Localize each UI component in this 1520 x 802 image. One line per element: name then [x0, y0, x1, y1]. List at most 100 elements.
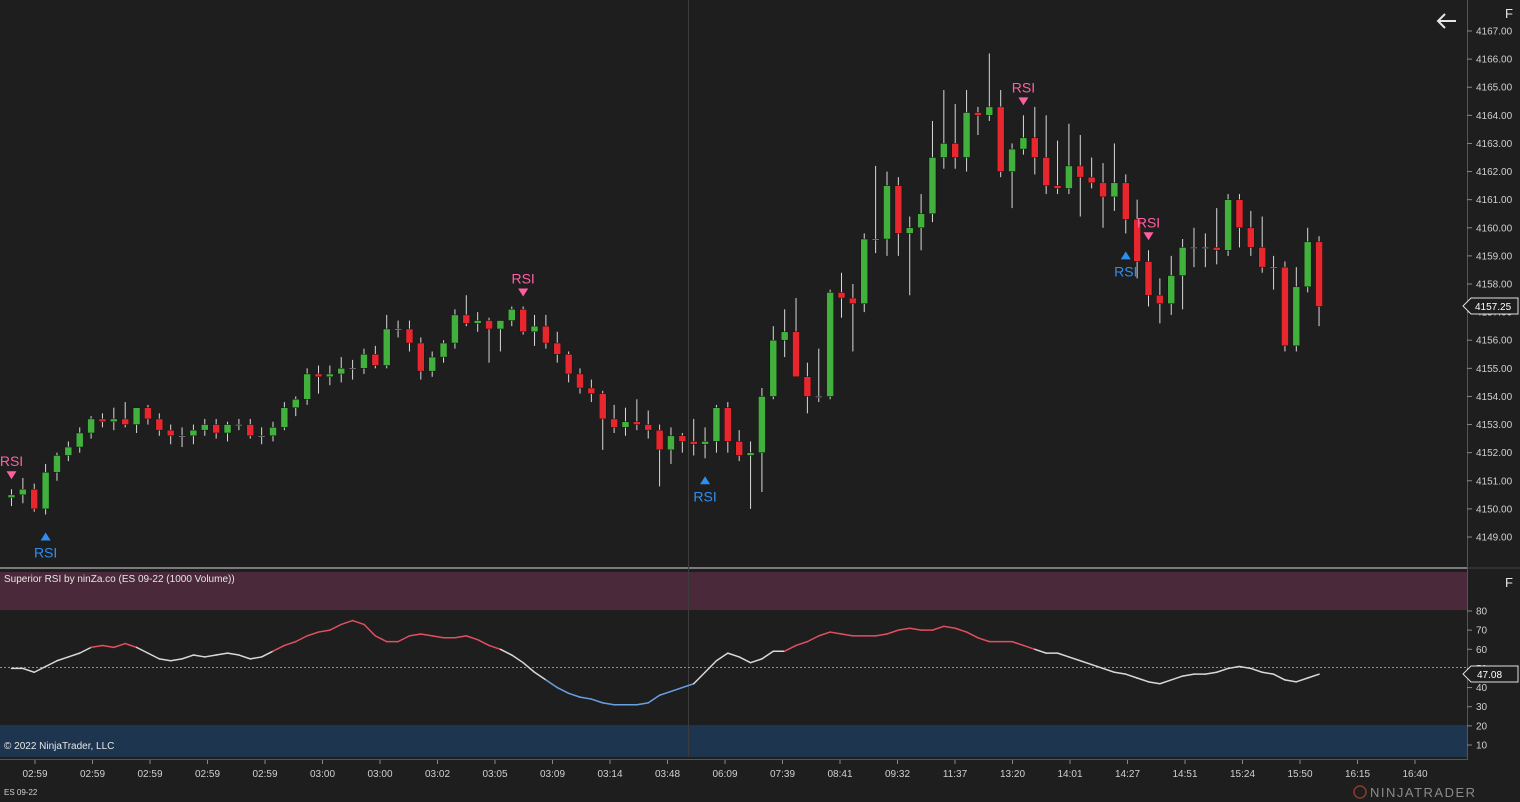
time-tick-label: 02:59	[22, 769, 47, 780]
candle-body	[1315, 241, 1323, 307]
candle-body	[974, 112, 982, 116]
candle-body	[871, 238, 880, 241]
time-tick-label: 03:48	[655, 769, 680, 780]
time-tick-label: 14:27	[1115, 769, 1140, 780]
rsi-panel-menu-button[interactable]: F	[1505, 575, 1513, 590]
candle-body	[1053, 185, 1062, 189]
candle-body	[894, 185, 903, 234]
candle-body	[7, 494, 16, 498]
candle-body	[803, 376, 812, 397]
candle-body	[519, 309, 527, 333]
sell-signal-label: RSI	[1137, 214, 1160, 230]
price-tick-label: 4167.00	[1476, 27, 1513, 38]
time-tick-label: 07:39	[770, 769, 795, 780]
price-tick-label: 4149.00	[1476, 533, 1513, 544]
candle-body	[1303, 241, 1312, 288]
candle-body	[110, 418, 118, 422]
time-tick-label: 11:37	[943, 769, 968, 780]
price-tick-label: 4153.00	[1476, 420, 1513, 431]
time-tick-label: 13:20	[1000, 769, 1025, 780]
candle-body	[201, 424, 209, 431]
candle-body	[1087, 176, 1096, 184]
candle-body	[439, 342, 448, 358]
price-tick-label: 4156.00	[1476, 336, 1513, 347]
logo-text: NINJATRADER	[1370, 785, 1477, 800]
candle-body	[849, 297, 857, 304]
time-tick-label: 15:24	[1230, 769, 1255, 780]
price-tick-label: 4150.00	[1476, 504, 1513, 515]
candle-body	[746, 452, 755, 456]
candle-body	[1167, 275, 1175, 304]
price-tick-label: 4165.00	[1476, 83, 1513, 94]
candle-body	[576, 373, 584, 389]
time-tick-label: 03:09	[540, 769, 565, 780]
price-tick-label: 4152.00	[1476, 448, 1513, 459]
time-tick-label: 06:09	[712, 769, 737, 780]
rsi-tick-label: 20	[1476, 721, 1488, 732]
time-tick-label: 03:14	[597, 769, 622, 780]
candle-body	[735, 441, 743, 456]
candle-body	[75, 432, 84, 448]
candle-body	[30, 488, 38, 510]
rsi-tick-label: 40	[1476, 683, 1488, 694]
candle-body	[189, 429, 198, 437]
candle-body	[633, 421, 641, 425]
rsi-tick-label: 60	[1476, 645, 1488, 656]
candle-body	[428, 356, 436, 372]
current-price-label: 4157.25	[1475, 302, 1512, 313]
candle-body	[1099, 182, 1107, 198]
candle-body	[223, 424, 232, 434]
price-tick-label: 4166.00	[1476, 55, 1513, 66]
current-rsi-marker: 47.08	[1462, 665, 1519, 683]
candle-body	[860, 238, 868, 304]
candle-body	[542, 325, 550, 344]
candle-body	[962, 112, 971, 158]
chart-canvas[interactable]: RSI RSI RSI RSI RSI RSI RSI 4167.00 4166.00 4165…	[0, 0, 1520, 802]
time-tick-label: 03:05	[482, 769, 507, 780]
candle-body	[41, 472, 50, 510]
time-tick-label: 14:51	[1172, 769, 1197, 780]
sell-signal-label: RSI	[0, 453, 23, 469]
candle-body	[678, 435, 687, 442]
candle-body	[610, 418, 618, 428]
candle-body	[689, 441, 698, 445]
price-tick-label: 4154.00	[1476, 392, 1513, 403]
time-tick-label: 09:32	[885, 769, 910, 780]
current-price-marker: 4157.25	[1462, 297, 1519, 315]
candle-body	[940, 143, 948, 158]
sell-signal-label: RSI	[511, 270, 534, 286]
current-rsi-label: 47.08	[1477, 670, 1502, 681]
price-tick-label: 4163.00	[1476, 139, 1513, 150]
candle-body	[280, 407, 289, 428]
candle-body	[724, 407, 732, 442]
candle-body	[371, 354, 380, 366]
rsi-tick-label: 30	[1476, 702, 1488, 713]
candle-body	[212, 424, 220, 434]
candle-body	[360, 354, 368, 369]
candle-body	[883, 185, 891, 240]
candle-body	[257, 435, 266, 438]
candle-body	[1122, 182, 1130, 220]
time-tick-label: 16:40	[1402, 769, 1427, 780]
time-tick-label: 03:02	[425, 769, 450, 780]
price-panel-menu-button[interactable]: F	[1505, 6, 1513, 21]
candle-body	[985, 106, 994, 116]
candle-body	[621, 421, 630, 428]
candle-body	[473, 320, 482, 324]
candle-body	[758, 396, 766, 453]
candle-body	[462, 314, 471, 324]
candle-body	[19, 488, 27, 496]
candle-body	[1110, 182, 1119, 198]
candle-body	[64, 446, 73, 456]
candle-body	[837, 292, 846, 299]
candle-body	[292, 399, 300, 408]
time-tick-label: 02:59	[137, 769, 162, 780]
candle-body	[144, 407, 152, 420]
candle-body	[485, 320, 493, 330]
candle-body	[655, 429, 664, 451]
ninjatrader-logo: NINJATRADER	[1353, 785, 1477, 800]
candle-body	[1008, 148, 1016, 172]
candle-body	[996, 106, 1005, 172]
candle-body	[917, 213, 925, 229]
price-tick-label: 4159.00	[1476, 251, 1513, 262]
